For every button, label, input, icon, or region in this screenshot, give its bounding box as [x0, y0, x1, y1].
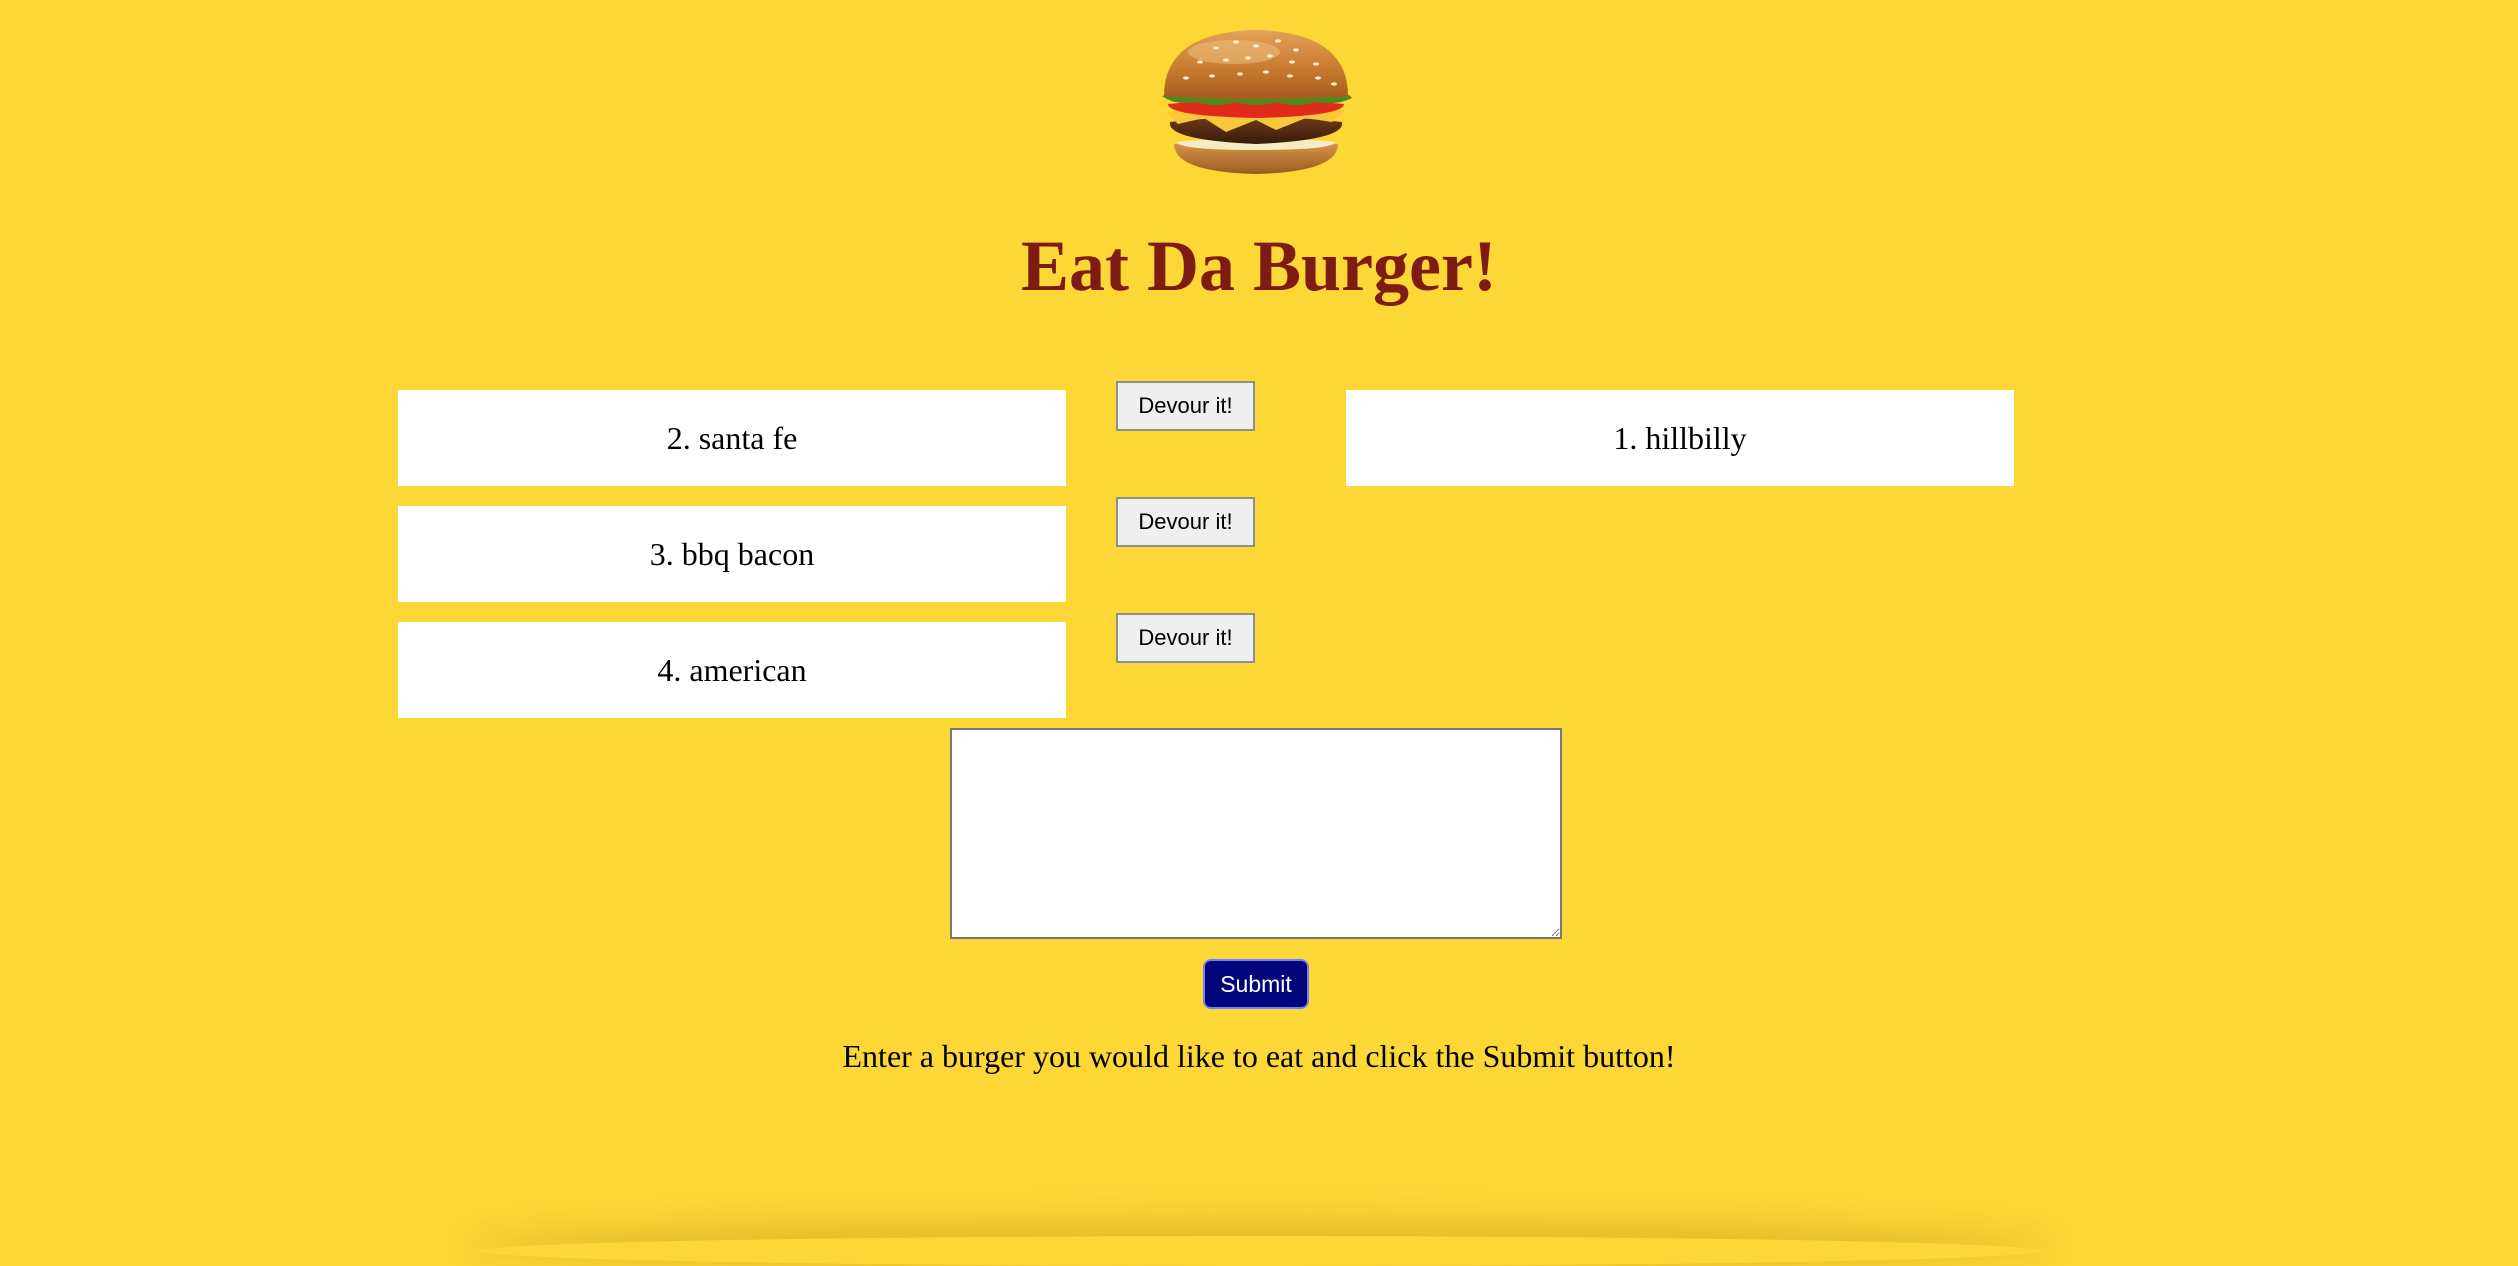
hamburger-icon [1156, 26, 1356, 178]
devoured-burger-item: 1. hillbilly [1346, 390, 2014, 486]
devour-button[interactable]: Devour it! [1116, 613, 1255, 663]
devour-button[interactable]: Devour it! [1116, 497, 1255, 547]
instruction-text: Enter a burger you would like to eat and… [842, 1038, 1676, 1074]
submit-button[interactable]: Submit [1203, 959, 1309, 1009]
burger-item: 2. santa fe [398, 390, 1066, 486]
devour-button[interactable]: Devour it! [1116, 381, 1255, 431]
burger-name-input[interactable] [950, 728, 1562, 939]
page-title: Eat Da Burger! [1021, 226, 1497, 306]
footer-shadow [480, 1236, 2040, 1266]
burger-item: 3. bbq bacon [398, 506, 1066, 602]
burger-item: 4. american [398, 622, 1066, 718]
